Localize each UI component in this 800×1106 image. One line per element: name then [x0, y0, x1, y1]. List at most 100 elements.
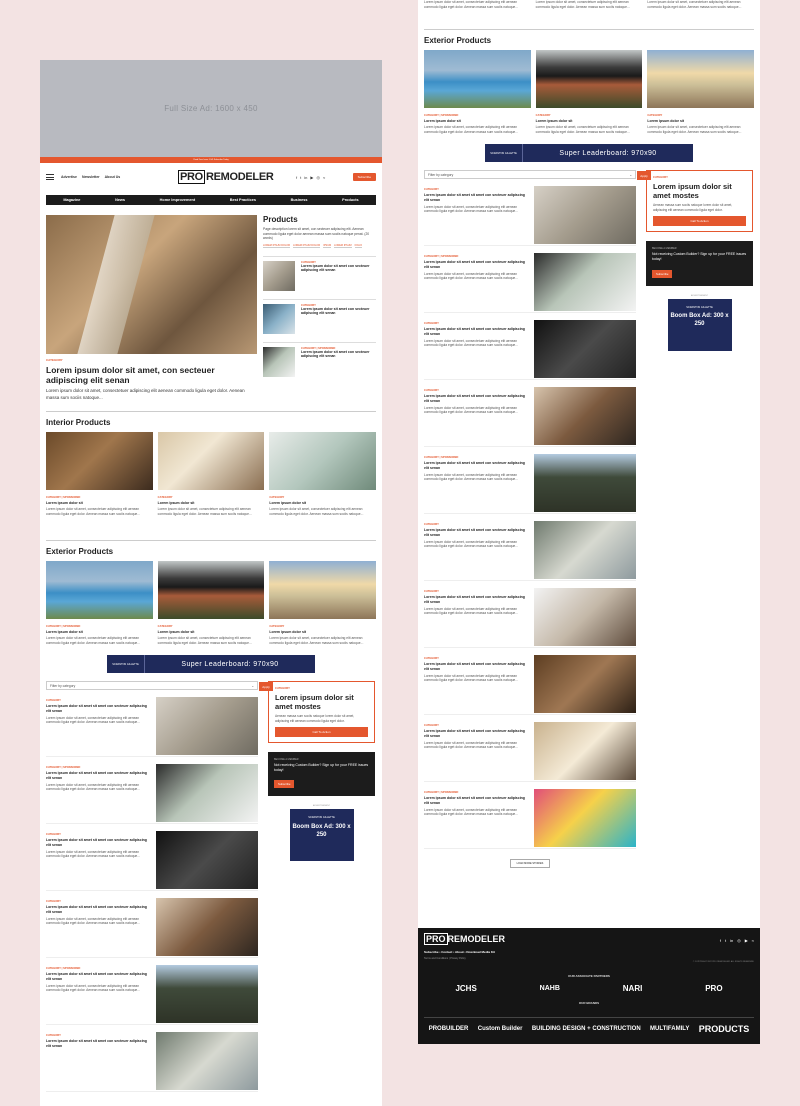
list-item[interactable]: CATEGORY Lorem ipsum dolor sit amet sit a… [424, 186, 636, 247]
card-image[interactable] [46, 431, 153, 490]
item-image[interactable] [533, 588, 636, 647]
list-item[interactable]: CATEGORY Lorem ipsum dolor sit amet sit a… [424, 588, 636, 649]
item-image[interactable] [533, 789, 636, 848]
facebook-icon[interactable]: f [296, 175, 297, 180]
list-item[interactable]: CATEGORY Lorem ipsum dolor sit amet sit a… [46, 898, 258, 959]
hamburger-icon[interactable] [46, 174, 54, 180]
nav-business[interactable]: Business [291, 198, 308, 202]
cta-button[interactable]: Call To Action [653, 216, 746, 227]
nav-products[interactable]: Products [342, 198, 358, 202]
menu-newsletter[interactable]: Newsletter [82, 175, 100, 179]
card-tail[interactable]: Lorem ipsum dolor sit amet, consectetuer… [647, 0, 754, 9]
subscribe-button[interactable]: Subscribe [352, 173, 376, 181]
card-title[interactable]: Lorem ipsum dolor sit [269, 630, 376, 634]
list-item[interactable]: CATEGORY Lorem ipsum dolor sit amet sit a… [424, 521, 636, 582]
card-title[interactable]: Lorem ipsum dolor sit [269, 501, 376, 505]
footer-logo[interactable]: PRO REMODELER [424, 933, 754, 945]
list-item[interactable]: CATEGORY Lorem ipsum dolor sit amet sit a… [46, 831, 258, 892]
exterior-card[interactable]: CATEGORY Lorem ipsum dolor sit Lorem ipsum… [647, 50, 755, 134]
interior-card[interactable]: CATEGORY Lorem ipsum dolor sit Lorem ipsum… [157, 431, 265, 516]
twitter-icon[interactable]: t [725, 938, 726, 943]
exterior-card[interactable]: CATEGORY Lorem ipsum dolor sit Lorem ipsum… [269, 561, 377, 645]
site-logo[interactable]: PRO REMODELER [178, 170, 274, 184]
tag[interactable]: LOREM IPSUM DOLOR [263, 244, 291, 248]
filter-apply-button[interactable]: Apply [259, 682, 273, 692]
list-item[interactable]: CATEGORY | SPONSORED Lorem ipsum dolor si… [46, 965, 258, 1026]
item-title[interactable]: Lorem ipsum dolor sit amet sit amet con … [424, 528, 527, 537]
list-item[interactable]: CATEGORY Lorem ipsum dolor sit amet sit a… [424, 655, 636, 716]
nav-magazine[interactable]: Magazine [63, 198, 80, 202]
card-image[interactable] [424, 50, 531, 109]
linkedin-icon[interactable]: in [304, 175, 307, 180]
tag[interactable]: IPSUM [323, 244, 332, 248]
item-image[interactable] [533, 655, 636, 714]
top-ad[interactable]: Full Size Ad: 1600 x 450 [40, 60, 382, 157]
youtube-icon[interactable]: ▶ [745, 938, 748, 943]
brand-logo[interactable]: PRODUCTS [699, 1024, 750, 1034]
product-title[interactable]: Lorem ipsum dolor sit amet con secteuer … [301, 264, 376, 273]
menu-advertise[interactable]: Advertise [61, 175, 77, 179]
item-title[interactable]: Lorem ipsum dolor sit amet sit amet con … [424, 662, 527, 671]
instagram-icon[interactable]: ◎ [737, 938, 741, 943]
product-item[interactable]: CATEGORY | SPONSORED Lorem ipsum dolor si… [263, 341, 376, 377]
rss-icon[interactable]: ≈ [752, 938, 754, 943]
category-filter[interactable]: Filter by category ⌄ Apply [424, 170, 651, 181]
item-title[interactable]: Lorem ipsum dolor sit amet sit amet con … [424, 394, 527, 403]
item-image[interactable] [533, 521, 636, 580]
exterior-card[interactable]: CATEGORY | SPONSORED Lorem ipsum dolor si… [424, 50, 531, 134]
item-title[interactable]: Lorem ipsum dolor sit amet sit amet con … [424, 260, 527, 269]
newsletter-subscribe-button[interactable]: Subscribe [274, 780, 295, 789]
hero-category[interactable]: CATEGORY [46, 358, 257, 362]
item-title[interactable]: Lorem ipsum dolor sit amet sit amet con … [46, 1039, 149, 1048]
footer-terms[interactable]: Terms and Conditions | Privacy Policy [424, 957, 754, 960]
category-filter[interactable]: Filter by category ⌄ Apply [46, 681, 273, 692]
item-image[interactable] [533, 387, 636, 446]
item-title[interactable]: Lorem ipsum dolor sit amet sit amet con … [46, 771, 149, 780]
tag[interactable]: LOREM IPSUM DOLOR [293, 244, 321, 248]
item-image[interactable] [533, 186, 636, 245]
partner-logo[interactable]: PRO [705, 984, 722, 993]
youtube-icon[interactable]: ▶ [310, 175, 313, 180]
item-title[interactable]: Lorem ipsum dolor sit amet sit amet con … [424, 327, 527, 336]
product-item[interactable]: CATEGORY Lorem ipsum dolor sit amet con s… [263, 255, 376, 291]
leaderboard-ad[interactable]: SCRANTON GILLETTE Super Leaderboard: 970x… [107, 655, 315, 674]
card-title[interactable]: Lorem ipsum dolor sit [158, 501, 265, 505]
product-thumb[interactable] [263, 346, 295, 377]
partner-logo[interactable]: JCHS [455, 984, 476, 993]
item-title[interactable]: Lorem ipsum dolor sit amet sit amet con … [424, 729, 527, 738]
list-item[interactable]: CATEGORY Lorem ipsum dolor sit amet sit a… [46, 697, 258, 758]
product-thumb[interactable] [263, 303, 295, 334]
hero-title[interactable]: Lorem ipsum dolor sit amet, con secteuer… [46, 365, 257, 385]
leaderboard-ad[interactable]: SCRANTON GILLETTE Super Leaderboard: 970x… [485, 144, 693, 163]
brand-logo[interactable]: Custom Builder [478, 1026, 523, 1032]
item-image[interactable] [155, 764, 258, 823]
item-title[interactable]: Lorem ipsum dolor sit amet sit amet con … [46, 704, 149, 713]
filter-apply-button[interactable]: Apply [637, 171, 651, 181]
instagram-icon[interactable]: ◎ [316, 175, 320, 180]
list-item[interactable]: CATEGORY | SPONSORED Lorem ipsum dolor si… [424, 454, 636, 515]
boom-box-ad[interactable]: SCRANTON GILLETTE Boom Box Ad: 300 x 250 [289, 809, 354, 862]
linkedin-icon[interactable]: in [730, 938, 733, 943]
boom-box-ad[interactable]: SCRANTON GILLETTE Boom Box Ad: 300 x 250 [667, 298, 732, 351]
load-more-button[interactable]: LOAD MORE STORIES [510, 859, 550, 869]
list-item[interactable]: CATEGORY Lorem ipsum dolor sit amet sit a… [424, 722, 636, 783]
item-title[interactable]: Lorem ipsum dolor sit amet sit amet con … [46, 905, 149, 914]
product-title[interactable]: Lorem ipsum dolor sit amet con secteuer … [301, 307, 376, 316]
product-title[interactable]: Lorem ipsum dolor sit amet con secteuer … [301, 350, 376, 359]
partner-logo[interactable]: NARI [623, 984, 643, 993]
tag[interactable]: LOREM IPSUM [334, 244, 352, 248]
card-title[interactable]: Lorem ipsum dolor sit [536, 119, 643, 123]
hero-image[interactable] [46, 215, 257, 354]
brand-logo[interactable]: BUILDING DESIGN + CONSTRUCTION [532, 1026, 641, 1032]
card-title[interactable]: Lorem ipsum dolor sit [424, 119, 531, 123]
item-title[interactable]: Lorem ipsum dolor sit amet sit amet con … [424, 595, 527, 604]
card-image[interactable] [269, 561, 377, 620]
item-image[interactable] [155, 831, 258, 890]
list-item[interactable]: CATEGORY Lorem ipsum dolor sit amet sit a… [424, 387, 636, 448]
card-tail[interactable]: Lorem ipsum dolor sit amet, consectetuer… [424, 0, 531, 9]
tag[interactable]: FOLIO [354, 244, 363, 248]
twitter-icon[interactable]: t [300, 175, 301, 180]
card-title[interactable]: Lorem ipsum dolor sit [647, 119, 754, 123]
interior-card[interactable]: CATEGORY Lorem ipsum dolor sit Lorem ipsum… [269, 431, 377, 516]
item-title[interactable]: Lorem ipsum dolor sit amet sit amet con … [46, 972, 149, 981]
